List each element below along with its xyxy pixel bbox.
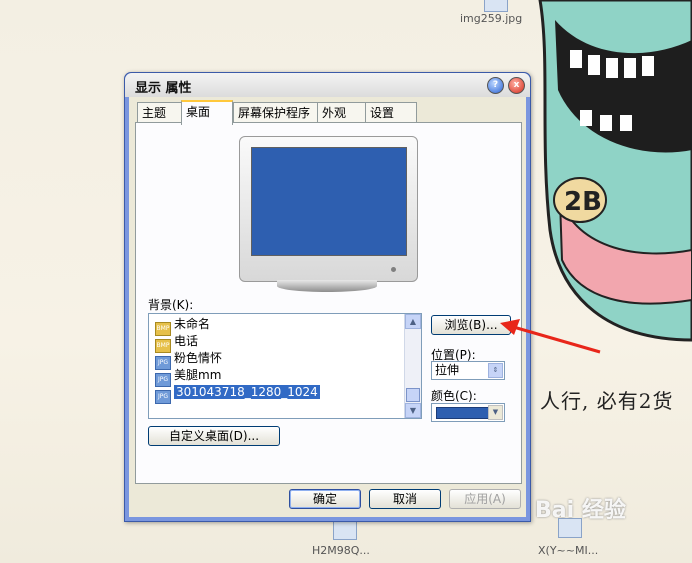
vertical-scrollbar[interactable]: ▲ ▼ bbox=[404, 314, 421, 418]
background-label: 背景(K): bbox=[148, 298, 194, 312]
scroll-thumb[interactable] bbox=[406, 388, 420, 402]
display-properties-dialog: 显示 属性 ? x 主题 桌面 屏幕保护程序 外观 设置 背景(K): BMP 未… bbox=[124, 72, 531, 522]
desktop-icon-label[interactable]: X(Y~~MI... bbox=[538, 544, 598, 557]
list-item-label: 美腿mm bbox=[174, 368, 222, 382]
list-item-selected[interactable]: JPG 301043718_1280_1024 bbox=[155, 384, 320, 404]
tab-settings[interactable]: 设置 bbox=[365, 102, 417, 123]
customize-desktop-button[interactable]: 自定义桌面(D)... bbox=[148, 426, 280, 446]
close-button[interactable]: x bbox=[508, 77, 525, 94]
list-item-label: 301043718_1280_1024 bbox=[174, 385, 320, 399]
jpg-file-icon: JPG bbox=[155, 390, 171, 404]
wallpaper-handwriting: 人行, 必有2货 bbox=[540, 389, 674, 413]
monitor-preview bbox=[239, 136, 418, 282]
apply-button[interactable]: 应用(A) bbox=[449, 489, 521, 509]
desktop-icon-label[interactable]: img259.jpg bbox=[460, 12, 522, 25]
color-swatch bbox=[436, 407, 494, 419]
desktop-tab-panel: 背景(K): BMP 未命名 BMP 电话 JPG 粉色情怀 JPG 美腿mm JPG 3… bbox=[135, 122, 522, 484]
list-item[interactable]: BMP 未命名 bbox=[155, 316, 211, 336]
tab-appearance[interactable]: 外观 bbox=[317, 102, 367, 123]
desktop-file-icon[interactable] bbox=[333, 520, 357, 540]
list-item-label: 未命名 bbox=[174, 317, 211, 331]
color-label: 颜色(C): bbox=[431, 389, 477, 403]
title-bar[interactable]: 显示 属性 ? x bbox=[125, 73, 530, 97]
list-item[interactable]: JPG 粉色情怀 bbox=[155, 350, 223, 370]
scroll-up-button[interactable]: ▲ bbox=[405, 314, 421, 329]
list-item-label: 粉色情怀 bbox=[174, 351, 223, 365]
position-select[interactable]: 拉伸 ⇕ bbox=[431, 361, 505, 380]
desktop-file-icon[interactable] bbox=[484, 0, 508, 12]
tab-desktop[interactable]: 桌面 bbox=[181, 100, 233, 125]
power-led-icon bbox=[391, 267, 396, 272]
watermark-text: Bai 经验 bbox=[535, 498, 626, 523]
background-listbox[interactable]: BMP 未命名 BMP 电话 JPG 粉色情怀 JPG 美腿mm JPG 30104371… bbox=[148, 313, 422, 419]
tab-screensaver[interactable]: 屏幕保护程序 bbox=[233, 102, 323, 123]
color-picker-button[interactable]: ▼ bbox=[431, 403, 505, 422]
cancel-button[interactable]: 取消 bbox=[369, 489, 441, 509]
wallpaper-character: 2B bbox=[538, 0, 692, 342]
list-item-label: 电话 bbox=[174, 334, 199, 348]
chevron-down-icon[interactable]: ▼ bbox=[488, 405, 503, 420]
monitor-stand bbox=[277, 280, 377, 292]
spinner-icon[interactable]: ⇕ bbox=[488, 363, 503, 378]
desktop-icon-label[interactable]: H2M98Q... bbox=[312, 544, 370, 557]
ok-button[interactable]: 确定 bbox=[289, 489, 361, 509]
window-title: 显示 属性 bbox=[135, 81, 192, 96]
help-button[interactable]: ? bbox=[487, 77, 504, 94]
list-item[interactable]: JPG 美腿mm bbox=[155, 367, 222, 387]
help-icon: ? bbox=[492, 80, 499, 90]
browse-button[interactable]: 浏览(B)... bbox=[431, 315, 511, 335]
scroll-down-button[interactable]: ▼ bbox=[405, 403, 421, 418]
position-value: 拉伸 bbox=[435, 363, 460, 377]
dialog-body: 主题 桌面 屏幕保护程序 外观 设置 背景(K): BMP 未命名 BMP 电话 J… bbox=[129, 97, 526, 517]
list-item[interactable]: BMP 电话 bbox=[155, 333, 199, 353]
close-icon: x bbox=[513, 80, 520, 90]
badge-text: 2B bbox=[564, 187, 602, 217]
preview-screen bbox=[251, 147, 407, 256]
tab-theme[interactable]: 主题 bbox=[137, 102, 187, 123]
